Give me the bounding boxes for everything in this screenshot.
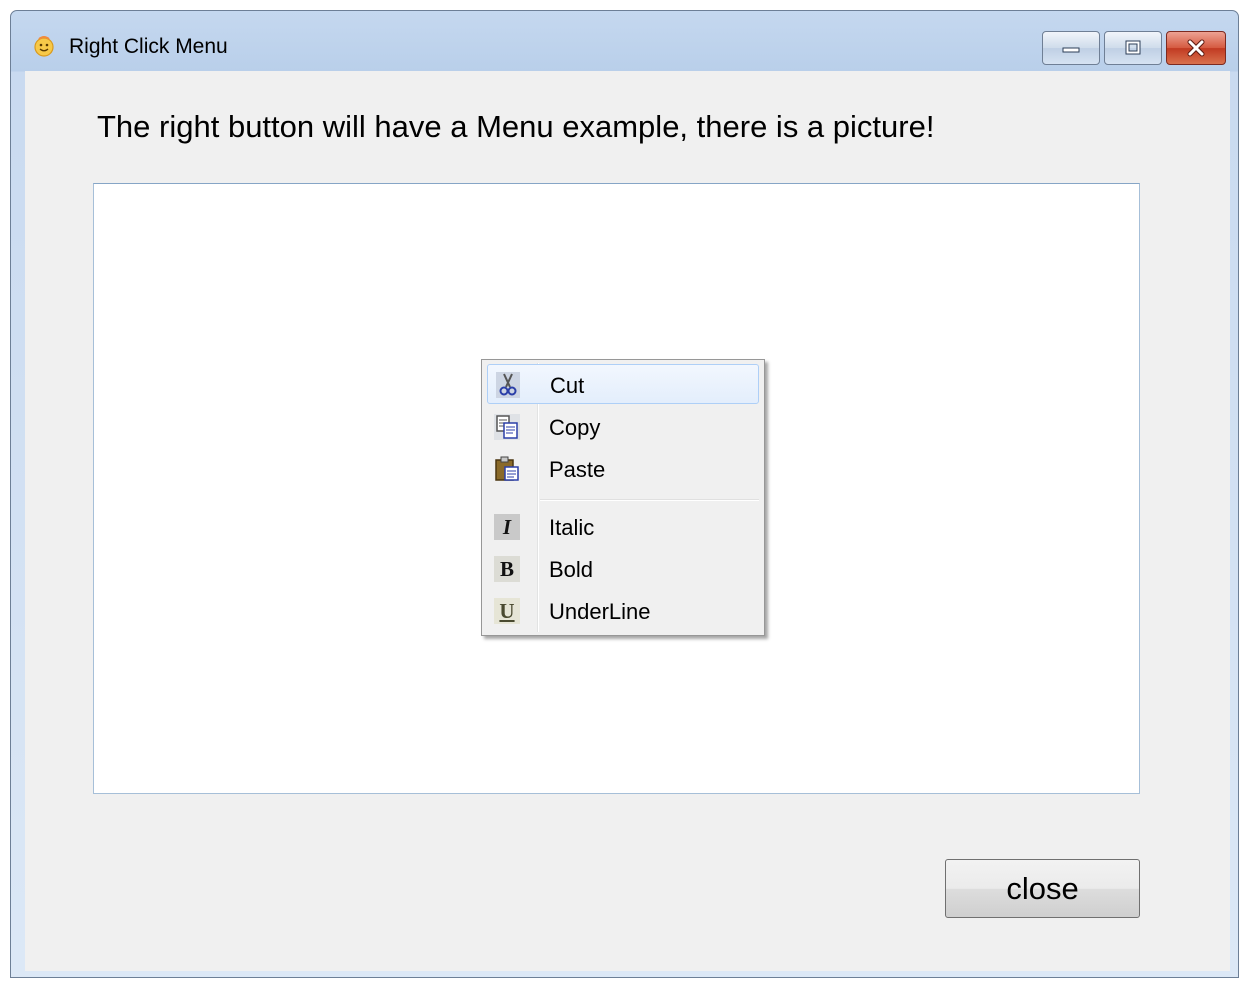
menu-item-label: Cut [550, 373, 585, 398]
close-button[interactable]: close [945, 859, 1140, 918]
menu-item-label: Copy [549, 415, 601, 440]
menu-item-label: Bold [549, 557, 594, 582]
menu-item-paste[interactable]: Paste [487, 449, 759, 489]
menu-item-copy[interactable]: Copy [487, 407, 759, 447]
menu-item-cut[interactable]: Cut [487, 364, 759, 404]
instruction-heading: The right button will have a Menu exampl… [97, 109, 935, 144]
maximize-icon [1125, 40, 1141, 55]
scissors-icon [495, 372, 521, 398]
title-bar[interactable]: Right Click Menu [11, 11, 1238, 73]
window-close-button[interactable] [1166, 31, 1226, 65]
menu-item-label: Italic [549, 515, 595, 540]
menu-item-label: Paste [549, 457, 606, 482]
close-icon [1187, 39, 1205, 57]
bold-icon: B [494, 556, 520, 582]
italic-icon: I [494, 514, 520, 540]
underline-icon: U [494, 598, 520, 624]
menu-item-bold[interactable]: B Bold [487, 549, 759, 589]
menu-separator [540, 499, 759, 501]
window-title: Right Click Menu [69, 35, 228, 58]
minimize-button[interactable] [1042, 31, 1100, 65]
paste-icon [494, 456, 520, 482]
maximize-button[interactable] [1104, 31, 1162, 65]
smiley-face-icon [34, 36, 54, 57]
menu-item-italic[interactable]: I Italic [487, 507, 759, 547]
copy-icon [494, 414, 520, 440]
context-menu: Cut Copy Paste I Italic B Bold U UnderLi… [481, 359, 765, 636]
minimize-icon [1062, 47, 1080, 53]
window-controls [1038, 31, 1226, 65]
menu-item-underline[interactable]: U UnderLine [487, 591, 759, 631]
menu-item-label: UnderLine [549, 599, 651, 624]
